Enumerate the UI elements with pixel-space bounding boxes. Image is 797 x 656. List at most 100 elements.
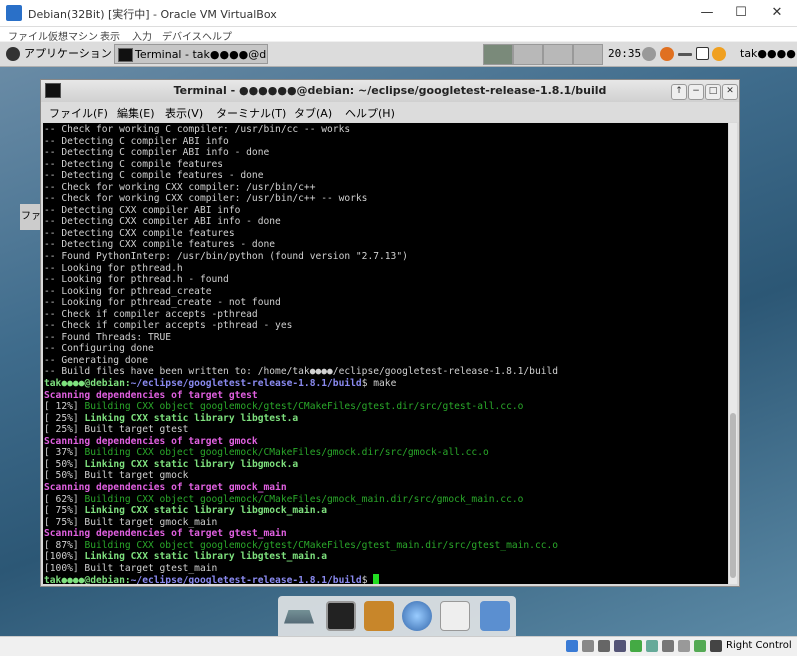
- terminal-scrollbar[interactable]: [729, 123, 737, 584]
- line-text: -- Looking for pthread.h: [44, 262, 183, 274]
- display-icon[interactable]: [662, 640, 674, 652]
- host-menu-help[interactable]: ヘルプ: [202, 28, 232, 43]
- guest-desktop: アプリケーション Terminal - tak●●●●@d··· 20:35 t…: [0, 42, 797, 636]
- applications-label: アプリケーション: [24, 47, 112, 60]
- terminal-line: [ 75%] Linking CXX static library libgmo…: [44, 505, 728, 517]
- settings-gear-icon[interactable]: [712, 47, 726, 61]
- terminal-output[interactable]: -- Check for working C compiler: /usr/bi…: [43, 123, 728, 584]
- progress-percent: [ 12%]: [44, 401, 85, 413]
- host-menubar: ファイル 仮想マシン 表示 入力 デバイス ヘルプ: [0, 27, 797, 43]
- workspace-2[interactable]: [513, 44, 543, 65]
- host-menu-devices[interactable]: デバイス: [162, 28, 202, 43]
- home-folder-icon[interactable]: [480, 601, 510, 631]
- terminal-menu-tabs[interactable]: タブ(A): [294, 105, 332, 121]
- update-icon[interactable]: [660, 47, 674, 61]
- line-text: -- Detecting C compile features - done: [44, 170, 264, 182]
- hard-disk-icon[interactable]: [566, 640, 578, 652]
- line-text: [ 25%] Built target gtest: [44, 424, 189, 436]
- workspace-1[interactable]: [483, 44, 513, 65]
- battery-icon[interactable]: [678, 53, 692, 56]
- host-menu-input[interactable]: 入力: [132, 28, 152, 43]
- prompt-path: ~/eclipse/googletest-release-1.8.1/build: [130, 575, 362, 584]
- prompt-user: tak●●●●@debian:: [44, 378, 131, 390]
- network-adapter-icon[interactable]: [614, 640, 626, 652]
- terminal-titlebar[interactable]: Terminal - ●●●●●●@debian: ~/eclipse/goog…: [41, 80, 739, 102]
- record-icon[interactable]: [696, 47, 709, 60]
- terminal-line: -- Found Threads: TRUE: [44, 332, 728, 344]
- terminal-menu-file[interactable]: ファイル(F): [49, 105, 108, 121]
- terminal-line: Scanning dependencies of target gmock: [44, 436, 728, 448]
- line-text: [ 50%] Built target gmock: [44, 470, 189, 482]
- web-browser-icon[interactable]: [402, 601, 432, 631]
- terminal-line: Scanning dependencies of target gtest: [44, 390, 728, 402]
- file-manager-icon[interactable]: [364, 601, 394, 631]
- terminal-icon[interactable]: [326, 601, 356, 631]
- app-finder-icon[interactable]: [440, 601, 470, 631]
- usb-icon[interactable]: [630, 640, 642, 652]
- line-text: -- Detecting CXX compiler ABI info: [44, 204, 241, 216]
- terminal-minimize-button[interactable]: −: [688, 84, 704, 100]
- terminal-close-button[interactable]: ✕: [722, 84, 738, 100]
- dock: [278, 596, 516, 636]
- host-menu-view[interactable]: 表示: [100, 28, 120, 43]
- terminal-line: [100%] Linking CXX static library libgte…: [44, 551, 728, 563]
- workspace-4[interactable]: [573, 44, 603, 65]
- line-text: Building CXX object googlemock/gtest/CMa…: [84, 401, 524, 413]
- panel-clock[interactable]: 20:35: [608, 47, 641, 60]
- terminal-menubar: ファイル(F) 編集(E) 表示(V) ターミナル(T) タブ(A) ヘルプ(H…: [41, 102, 739, 122]
- minimize-button[interactable]: —: [690, 0, 724, 26]
- maximize-button[interactable]: ☐: [724, 0, 758, 26]
- host-titlebar: Debian(32Bit) [実行中] - Oracle VM VirtualB…: [0, 0, 797, 27]
- line-text: -- Detecting CXX compiler ABI info - don…: [44, 216, 281, 228]
- workspace-3[interactable]: [543, 44, 573, 65]
- terminal-menu-help[interactable]: ヘルプ(H): [345, 105, 395, 121]
- taskbar-terminal-button[interactable]: Terminal - tak●●●●@d···: [114, 44, 268, 64]
- terminal-menu-edit[interactable]: 編集(E): [117, 105, 155, 121]
- mouse-integration-icon[interactable]: [710, 640, 722, 652]
- line-text: Linking CXX static library libgtest_main…: [84, 551, 328, 563]
- audio-icon[interactable]: [598, 640, 610, 652]
- panel-user-name[interactable]: tak●●●●: [740, 47, 796, 60]
- taskbar-terminal-label: Terminal - tak●●●●@d···: [135, 48, 268, 61]
- video-capture-icon[interactable]: [678, 640, 690, 652]
- terminal-shade-button[interactable]: ↑: [671, 84, 687, 100]
- terminal-line: -- Found PythonInterp: /usr/bin/python (…: [44, 251, 728, 263]
- terminal-line: [ 50%] Linking CXX static library libgmo…: [44, 459, 728, 471]
- terminal-line: -- Check if compiler accepts -pthread - …: [44, 320, 728, 332]
- cpu-activity-icon[interactable]: [694, 640, 706, 652]
- background-window-edge[interactable]: ファ: [20, 204, 42, 230]
- progress-percent: [ 25%]: [44, 412, 85, 424]
- terminal-line: tak●●●●@debian:~/eclipse/googletest-rele…: [44, 378, 728, 390]
- line-text: Scanning dependencies of target gtest: [44, 389, 258, 401]
- line-text: Scanning dependencies of target gmock_ma…: [44, 481, 287, 493]
- host-menu-machine[interactable]: 仮想マシン: [48, 28, 98, 43]
- optical-drive-icon[interactable]: [582, 640, 594, 652]
- progress-percent: [ 37%]: [44, 447, 85, 459]
- applications-menu[interactable]: アプリケーション: [4, 45, 112, 63]
- host-menu-file[interactable]: ファイル: [8, 28, 48, 43]
- progress-percent: [100%]: [44, 551, 85, 563]
- terminal-maximize-button[interactable]: □: [705, 84, 721, 100]
- network-icon[interactable]: [642, 47, 656, 61]
- line-text: Scanning dependencies of target gmock: [44, 435, 258, 447]
- terminal-lines: -- Check for working C compiler: /usr/bi…: [43, 123, 728, 584]
- close-button[interactable]: ✕: [760, 0, 794, 26]
- workspace-switcher-icon[interactable]: [284, 610, 314, 624]
- terminal-line: -- Build files have been written to: /ho…: [44, 366, 728, 378]
- line-text: -- Generating done: [44, 354, 148, 366]
- terminal-scrollbar-thumb[interactable]: [730, 413, 736, 578]
- terminal-menu-terminal[interactable]: ターミナル(T): [216, 105, 286, 121]
- line-text: Linking CXX static library libgmock_main…: [84, 505, 328, 517]
- terminal-menu-view[interactable]: 表示(V): [165, 105, 203, 121]
- host-statusbar: Right Control: [0, 636, 797, 656]
- line-text: Building CXX object googlemock/CMakeFile…: [84, 447, 489, 459]
- terminal-line: tak●●●●@debian:~/eclipse/googletest-rele…: [44, 574, 728, 584]
- terminal-window: Terminal - ●●●●●●@debian: ~/eclipse/goog…: [40, 79, 740, 587]
- terminal-line: Scanning dependencies of target gtest_ma…: [44, 528, 728, 540]
- line-text: -- Detecting CXX compile features: [44, 227, 235, 239]
- shared-folder-icon[interactable]: [646, 640, 658, 652]
- line-text: [ 75%] Built target gmock_main: [44, 516, 218, 528]
- line-text: -- Found PythonInterp: /usr/bin/python (…: [44, 251, 408, 263]
- line-text: -- Looking for pthread.h - found: [44, 274, 229, 286]
- terminal-line: [ 25%] Linking CXX static library libgte…: [44, 413, 728, 425]
